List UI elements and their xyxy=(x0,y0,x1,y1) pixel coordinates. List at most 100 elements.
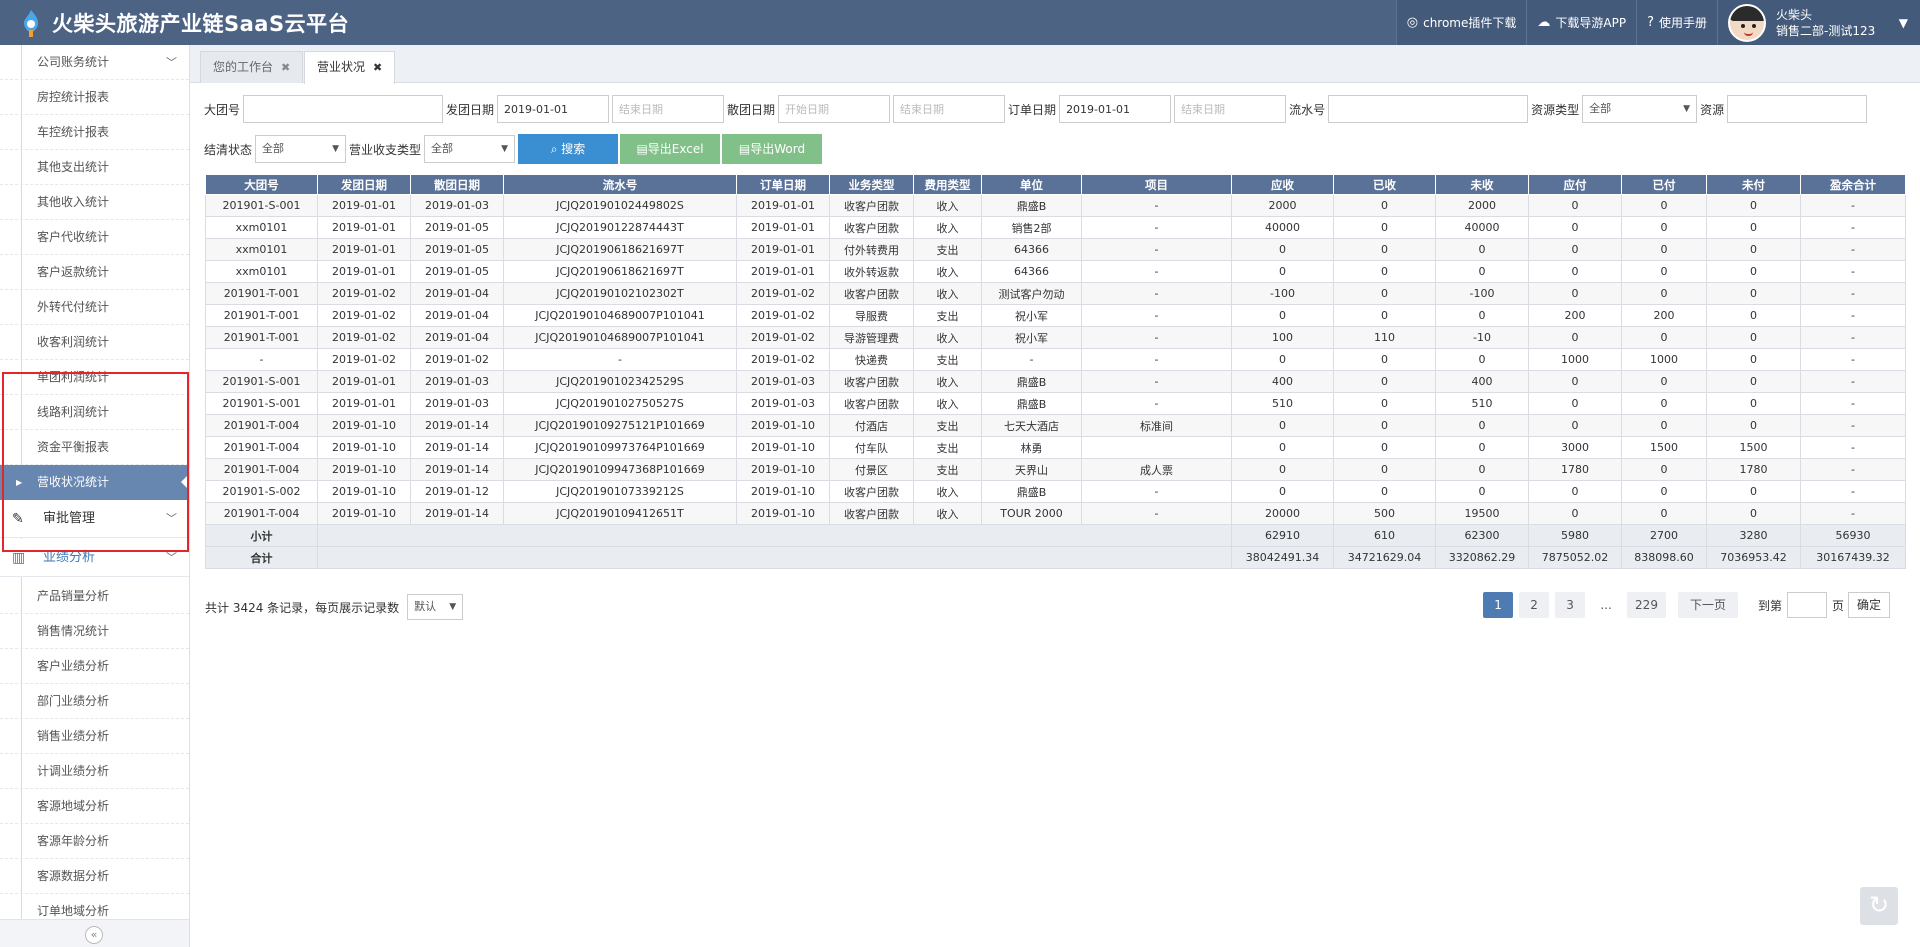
sidebar-item[interactable]: 线路利润统计 xyxy=(0,395,189,430)
sidebar-item[interactable]: ▶ 营收状况统计 xyxy=(0,465,189,500)
sidebar-group-performance[interactable]: ▥ 业绩分析 ﹀ xyxy=(0,539,189,577)
sidebar-item[interactable]: 客户返款统计 xyxy=(0,255,189,290)
table-cell: 2019-01-02 xyxy=(317,304,411,327)
dep-date-end-input[interactable] xyxy=(612,95,725,123)
table-cell: 0 xyxy=(1621,392,1707,415)
next-page-button[interactable]: 下一页 xyxy=(1677,592,1738,618)
tab-business-status[interactable]: 营业状况 ✖ xyxy=(304,51,396,84)
table-row[interactable]: 201901-T-001 2019-01-02 2019-01-04 JCJQ2019… xyxy=(205,282,1906,305)
table-cell: 0 xyxy=(1528,370,1622,393)
sidebar-item[interactable]: 客源数据分析 xyxy=(0,859,189,894)
sidebar-item[interactable]: 销售情况统计 xyxy=(0,614,189,649)
column-header[interactable]: 应付 xyxy=(1528,174,1622,195)
order-date-start-input[interactable] xyxy=(1059,95,1172,123)
column-header[interactable]: 未付 xyxy=(1706,174,1801,195)
refresh-icon[interactable]: ↻ xyxy=(1860,887,1898,925)
close-icon[interactable]: ✖ xyxy=(281,61,290,74)
tab-workbench[interactable]: 您的工作台 ✖ xyxy=(200,51,304,83)
column-header[interactable]: 订单日期 xyxy=(736,174,830,195)
sidebar-item[interactable]: 其他收入统计 xyxy=(0,185,189,220)
serial-input[interactable] xyxy=(1328,95,1529,123)
table-cell: xxm0101 xyxy=(205,216,318,239)
download-app-button[interactable]: ☁ 下载导游APP xyxy=(1526,0,1637,45)
table-row[interactable]: xxm0101 2019-01-01 2019-01-05 JCJQ201906186… xyxy=(205,238,1906,261)
sidebar-item[interactable]: 其他支出统计 xyxy=(0,150,189,185)
export-word-button[interactable]: ▤导出Word xyxy=(722,134,823,164)
table-row[interactable]: xxm0101 2019-01-01 2019-01-05 JCJQ201901228… xyxy=(205,216,1906,239)
column-header[interactable]: 已付 xyxy=(1621,174,1707,195)
sidebar-item[interactable]: 外转代付统计 xyxy=(0,290,189,325)
table-cell: 2019-01-01 xyxy=(317,238,411,261)
sidebar-item[interactable]: 车控统计报表 xyxy=(0,115,189,150)
table-row[interactable]: 201901-S-002 2019-01-10 2019-01-12 JCJQ2019… xyxy=(205,480,1906,503)
dep-date-start-input[interactable] xyxy=(497,95,610,123)
goto-page-input[interactable] xyxy=(1786,592,1827,618)
table-cell: 收客户团款 xyxy=(829,216,914,239)
sidebar-item[interactable]: 产品销量分析 xyxy=(0,579,189,614)
collapse-sidebar-icon[interactable]: « xyxy=(85,926,103,944)
table-row[interactable]: 201901-T-004 2019-01-10 2019-01-14 JCJQ2019… xyxy=(205,414,1906,437)
table-row[interactable]: 201901-S-001 2019-01-01 2019-01-03 JCJQ2019… xyxy=(205,392,1906,415)
sidebar-group-approval[interactable]: ✎ 审批管理 ﹀ xyxy=(0,500,189,538)
table-row[interactable]: 201901-S-001 2019-01-01 2019-01-03 JCJQ2019… xyxy=(205,370,1906,393)
table-row[interactable]: xxm0101 2019-01-01 2019-01-05 JCJQ201906186… xyxy=(205,260,1906,283)
column-header[interactable]: 未收 xyxy=(1435,174,1529,195)
group-no-input[interactable] xyxy=(243,95,444,123)
res-input[interactable] xyxy=(1727,95,1868,123)
close-icon[interactable]: ✖ xyxy=(373,61,382,74)
column-header[interactable]: 已收 xyxy=(1333,174,1436,195)
res-type-select[interactable]: 全部 ▼ xyxy=(1582,95,1698,123)
sidebar-item[interactable]: 销售业绩分析 xyxy=(0,719,189,754)
table-cell: 0 xyxy=(1528,326,1622,349)
goto-confirm-button[interactable]: 确定 xyxy=(1847,592,1890,618)
column-header[interactable]: 项目 xyxy=(1081,174,1232,195)
table-row[interactable]: 201901-T-004 2019-01-10 2019-01-14 JCJQ2019… xyxy=(205,436,1906,459)
table-cell: 0 xyxy=(1333,282,1436,305)
table-row[interactable]: 201901-T-001 2019-01-02 2019-01-04 JCJQ2019… xyxy=(205,304,1906,327)
sidebar-item[interactable]: 收客利润统计 xyxy=(0,325,189,360)
export-excel-button[interactable]: ▤导出Excel xyxy=(620,134,721,164)
column-header[interactable]: 应收 xyxy=(1231,174,1334,195)
page-button[interactable]: 1 xyxy=(1483,592,1514,618)
sidebar-item[interactable]: 公司账务统计 ﹀ xyxy=(0,45,189,80)
page-button[interactable]: 2 xyxy=(1519,592,1550,618)
table-cell: - xyxy=(981,348,1082,371)
user-menu[interactable]: 火柴头 销售二部-测试123 ▼ xyxy=(1717,0,1920,45)
sidebar-item[interactable]: 客户代收统计 xyxy=(0,220,189,255)
order-date-end-input[interactable] xyxy=(1174,95,1287,123)
sidebar-item[interactable]: 客源地域分析 xyxy=(0,789,189,824)
search-button[interactable]: ⌕ 搜索 xyxy=(518,134,619,164)
sidebar-item[interactable]: 资金平衡报表 xyxy=(0,430,189,465)
page-button[interactable]: 229 xyxy=(1627,592,1666,618)
table-cell: 收客户团款 xyxy=(829,370,914,393)
column-header[interactable]: 发团日期 xyxy=(317,174,411,195)
page-button[interactable]: 3 xyxy=(1555,592,1586,618)
column-header[interactable]: 大团号 xyxy=(205,174,318,195)
manual-button[interactable]: ? 使用手册 xyxy=(1636,0,1717,45)
sidebar-item[interactable]: 客源年龄分析 xyxy=(0,824,189,859)
column-header[interactable]: 盈余合计 xyxy=(1800,174,1906,195)
sidebar-item[interactable]: 部门业绩分析 xyxy=(0,684,189,719)
column-header[interactable]: 费用类型 xyxy=(913,174,982,195)
logo[interactable]: 火柴头旅游产业链SaaS云平台 xyxy=(0,8,400,38)
page-size-select[interactable]: 默认 ▼ xyxy=(407,594,464,620)
table-cell: 祝小军 xyxy=(981,304,1082,327)
sidebar-item[interactable]: 客户业绩分析 xyxy=(0,649,189,684)
column-header[interactable]: 单位 xyxy=(981,174,1082,195)
end-date-end-input[interactable] xyxy=(893,95,1006,123)
sidebar-item[interactable]: 单团利润统计 xyxy=(0,360,189,395)
sidebar-item[interactable]: 计调业绩分析 xyxy=(0,754,189,789)
income-type-select[interactable]: 全部 ▼ xyxy=(424,135,516,163)
column-header[interactable]: 流水号 xyxy=(503,174,737,195)
end-date-start-input[interactable] xyxy=(778,95,891,123)
chrome-plugin-download-button[interactable]: ◎ chrome插件下载 xyxy=(1395,0,1527,45)
table-row[interactable]: 201901-T-004 2019-01-10 2019-01-14 JCJQ2019… xyxy=(205,502,1906,525)
table-row[interactable]: -2019-01-02 2019-01-02-2019-01-02 快递费 支出 - -0… xyxy=(205,348,1906,371)
table-row[interactable]: 201901-S-001 2019-01-01 2019-01-03 JCJQ2019… xyxy=(205,194,1906,217)
table-row[interactable]: 201901-T-001 2019-01-02 2019-01-04 JCJQ2019… xyxy=(205,326,1906,349)
sidebar-item[interactable]: 房控统计报表 xyxy=(0,80,189,115)
column-header[interactable]: 业务类型 xyxy=(829,174,914,195)
settle-select[interactable]: 全部 ▼ xyxy=(255,135,347,163)
column-header[interactable]: 散团日期 xyxy=(410,174,504,195)
table-row[interactable]: 201901-T-004 2019-01-10 2019-01-14 JCJQ2019… xyxy=(205,458,1906,481)
